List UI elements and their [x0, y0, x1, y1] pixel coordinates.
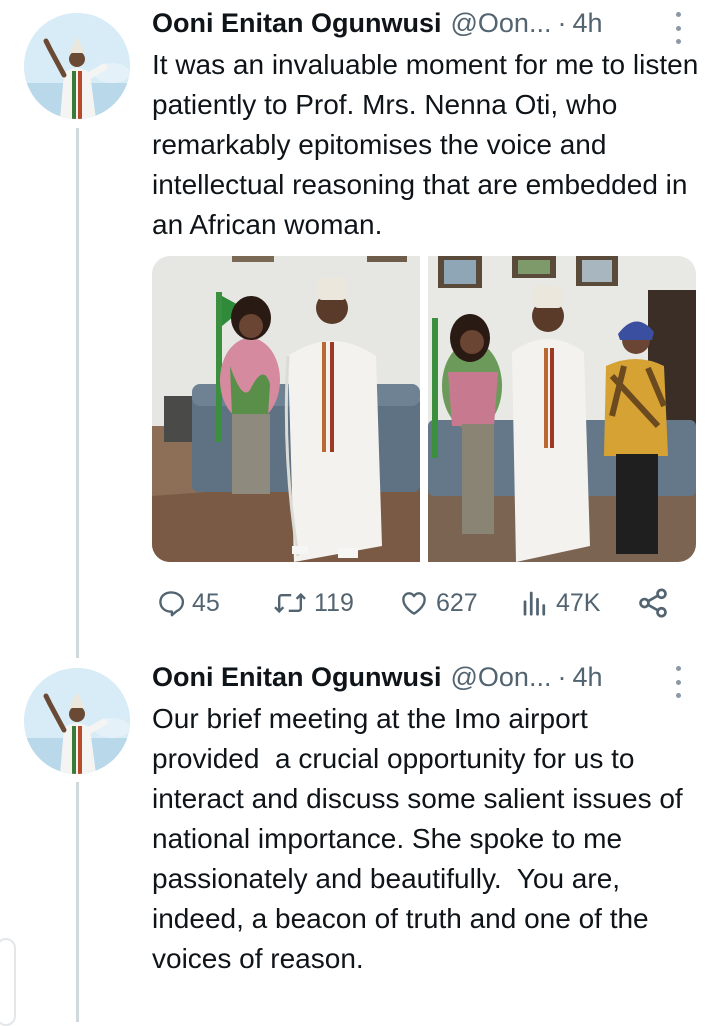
share-icon	[639, 588, 667, 618]
author-avatar[interactable]	[24, 668, 130, 774]
like-icon	[402, 592, 426, 615]
tweet-photo-2[interactable]	[428, 256, 696, 562]
reply-count: 45	[192, 588, 220, 617]
tweet-time[interactable]: 4h	[572, 8, 602, 39]
like-button[interactable]: 627	[398, 584, 478, 622]
reply-icon	[159, 591, 185, 617]
tweet-header: Ooni Enitan Ogunwusi @Oon... · 4h	[152, 8, 680, 42]
share-button[interactable]	[636, 584, 676, 622]
tweet-time[interactable]: 4h	[572, 662, 602, 693]
repost-button[interactable]: 119	[272, 584, 354, 622]
views-icon	[523, 591, 546, 616]
views-count: 47K	[556, 588, 601, 617]
repost-count: 119	[314, 588, 354, 617]
tweet-text: Our brief meeting at the Imo airport pro…	[152, 703, 691, 974]
author-avatar[interactable]	[24, 13, 130, 119]
header-separator: ·	[557, 8, 567, 38]
tweet-actions: 45 119 627 47K	[152, 584, 682, 622]
author-handle[interactable]: @Oon...	[451, 8, 552, 39]
more-icon[interactable]	[674, 12, 682, 44]
views-button[interactable]: 47K	[520, 584, 600, 622]
thread-line-2	[76, 782, 79, 1022]
more-icon[interactable]	[674, 666, 682, 698]
author-name[interactable]: Ooni Enitan Ogunwusi	[152, 662, 442, 693]
reply-button[interactable]: 45	[156, 584, 220, 622]
like-count: 627	[436, 588, 478, 617]
tweet-photo-1[interactable]	[152, 256, 420, 562]
thread-line	[76, 128, 79, 658]
tweet-text: It was an invaluable moment for me to li…	[152, 49, 707, 240]
tweet-header: Ooni Enitan Ogunwusi @Oon... · 4h	[152, 662, 680, 696]
edge-tab	[0, 938, 16, 1026]
header-separator: ·	[557, 662, 567, 692]
repost-icon	[274, 592, 306, 614]
author-name[interactable]: Ooni Enitan Ogunwusi	[152, 8, 442, 39]
author-handle[interactable]: @Oon...	[451, 662, 552, 693]
